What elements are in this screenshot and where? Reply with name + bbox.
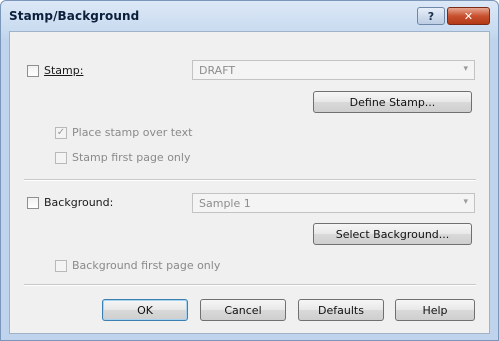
stamp-checkbox[interactable]: [27, 65, 39, 77]
defaults-button-label: Defaults: [318, 303, 364, 317]
title-bar[interactable]: Stamp/Background ? ✕: [1, 1, 498, 31]
help-button-label: Help: [422, 303, 448, 317]
chevron-down-icon: ▾: [463, 64, 468, 74]
place-over-text-label: Place stamp over text: [72, 126, 193, 139]
dialog-title: Stamp/Background: [9, 9, 140, 23]
check-mark-icon: ✓: [56, 127, 66, 138]
background-checkbox[interactable]: [27, 197, 39, 209]
close-icon: ✕: [463, 9, 474, 23]
close-button[interactable]: ✕: [447, 7, 490, 25]
cancel-button[interactable]: Cancel: [200, 299, 286, 321]
help-button[interactable]: Help: [395, 299, 475, 321]
cancel-button-label: Cancel: [224, 303, 262, 317]
footer-divider: [24, 284, 476, 286]
background-checkbox-label[interactable]: Background:: [44, 196, 113, 209]
select-background-button-label: Select Background...: [335, 227, 450, 241]
dialog-body: Stamp: DRAFT ▾ Define Stamp... ✓ Place s…: [9, 31, 490, 334]
ok-button-label: OK: [137, 303, 153, 317]
dialog-window: Stamp/Background ? ✕ Stamp: DRAFT ▾ Defi…: [0, 0, 499, 341]
select-background-button[interactable]: Select Background...: [313, 223, 472, 245]
define-stamp-button-label: Define Stamp...: [349, 95, 436, 109]
stamp-first-page-checkbox[interactable]: [55, 152, 67, 164]
chevron-down-icon: ▾: [463, 197, 468, 207]
background-first-page-checkbox[interactable]: [55, 260, 67, 272]
title-help-button[interactable]: ?: [417, 7, 445, 25]
stamp-checkbox-label[interactable]: Stamp:: [44, 64, 83, 77]
stamp-select-value: DRAFT: [199, 64, 236, 77]
background-select[interactable]: Sample 1 ▾: [192, 193, 475, 213]
ok-button[interactable]: OK: [102, 299, 188, 321]
stamp-first-page-label: Stamp first page only: [72, 151, 191, 164]
help-icon: ?: [427, 9, 435, 23]
background-select-value: Sample 1: [199, 197, 251, 210]
define-stamp-button[interactable]: Define Stamp...: [313, 91, 472, 113]
place-over-text-checkbox[interactable]: ✓: [55, 127, 67, 139]
defaults-button[interactable]: Defaults: [298, 299, 384, 321]
section-divider: [24, 179, 476, 181]
background-first-page-label: Background first page only: [72, 259, 221, 272]
stamp-select[interactable]: DRAFT ▾: [192, 60, 475, 80]
